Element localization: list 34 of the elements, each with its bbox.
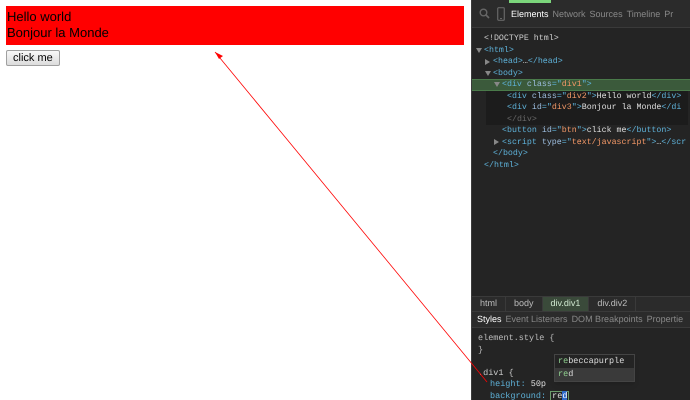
box-text: Hello world: [7, 9, 72, 25]
box-text: Bonjour la Monde: [7, 25, 109, 41]
panel-tab[interactable]: Elements: [509, 0, 551, 27]
dom-node-line[interactable]: <!DOCTYPE html>: [484, 33, 559, 44]
click-me-button[interactable]: click me: [6, 50, 60, 66]
dom-node-line[interactable]: </html>: [484, 160, 519, 171]
suggestion-item[interactable]: rebeccapurple: [555, 355, 634, 368]
dom-node-line[interactable]: <div id="div3">Bonjour la Monde</di: [507, 102, 682, 114]
css-rule-selector: .div1 {: [478, 368, 514, 379]
breadcrumb[interactable]: div.div1: [542, 297, 590, 311]
value-input-field[interactable]: red: [550, 390, 570, 400]
panel-tab[interactable]: Sources: [588, 0, 625, 27]
dom-node-line[interactable]: <button id="btn">click me</button>: [502, 125, 672, 136]
dom-node-line[interactable]: </body>: [493, 148, 528, 160]
dom-node-line[interactable]: <body>: [493, 68, 523, 79]
css-brace: }: [478, 344, 484, 356]
pane-tab[interactable]: Event Listeners: [506, 312, 568, 326]
breadcrumb[interactable]: html: [472, 297, 506, 311]
panel-tab[interactable]: Timeline: [624, 0, 662, 27]
dom-node-line[interactable]: <script type="text/javascript">…</scr: [502, 136, 686, 148]
css-property: height:: [490, 379, 526, 390]
css-value: 50p: [530, 379, 546, 390]
panel-tab[interactable]: Pr: [662, 0, 676, 27]
breadcrumb[interactable]: div.div2: [589, 297, 636, 311]
pane-tab[interactable]: Styles: [477, 312, 502, 326]
dom-node-line[interactable]: <head>…</head>: [493, 56, 563, 68]
css-property: background:: [490, 390, 546, 400]
pane-tab[interactable]: DOM Breakpoints: [572, 312, 643, 326]
pane-tab[interactable]: Propertie: [646, 312, 684, 326]
css-rule-selector: element.style {: [478, 333, 555, 344]
panel-tab[interactable]: Network: [550, 0, 588, 27]
dom-node-line[interactable]: <div class="div2">Hello world</div>: [507, 90, 682, 102]
dom-node-line[interactable]: <html>: [484, 44, 514, 56]
suggestion-item[interactable]: red: [555, 368, 634, 381]
